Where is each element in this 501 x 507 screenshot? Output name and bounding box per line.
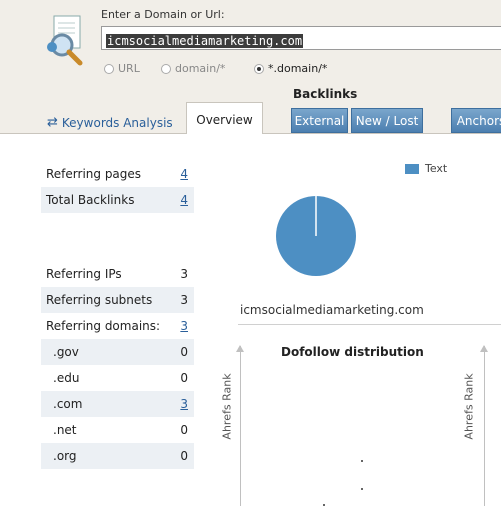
legend-label: Text [425,162,448,175]
dofollow-chart-title: Dofollow distribution [281,345,424,359]
domain-input[interactable]: icmsocialmediamarketing.com [101,26,501,50]
stat-row: .org 0 [41,443,194,469]
stat-row: .net 0 [53,423,188,437]
stat-row: Referring IPs 3 [46,267,188,281]
data-point [323,504,325,506]
referring-stats-table: Referring IPs 3 Referring subnets 3 Refe… [41,261,194,469]
mode-radio-domain[interactable]: domain/* [161,62,225,75]
pie-caption: icmsocialmediamarketing.com [240,303,424,317]
pie-legend: Text [405,162,447,175]
mode-radio-url[interactable]: URL [104,62,140,75]
radio-icon [161,63,171,74]
radio-selected-icon [254,63,264,74]
section-title: Backlinks [293,87,358,101]
radio-icon [104,63,114,74]
stat-row: Referring pages 4 [41,161,194,187]
stat-row: Referring domains: 3 [41,313,194,339]
domain-input-value: icmsocialmediamarketing.com [106,34,304,48]
anchor-type-pie-chart [276,196,356,276]
referring-domains-link[interactable]: 3 [180,313,188,339]
y-axis-left [240,346,241,506]
stat-row: .edu 0 [53,371,188,385]
com-domains-link[interactable]: 3 [180,391,188,417]
swap-arrows-icon: ⇄ [47,115,58,130]
domain-input-label: Enter a Domain or Url: [101,8,225,21]
divider [238,324,501,325]
data-point [361,460,363,462]
stat-row: .com 3 [41,391,194,417]
y-axis-right [484,346,485,506]
tab-anchors[interactable]: Anchors [451,108,501,133]
tab-external[interactable]: External [291,108,348,133]
total-backlinks-link[interactable]: 4 [180,187,188,213]
stat-row: Total Backlinks 4 [41,187,194,213]
tab-new-lost[interactable]: New / Lost [351,108,423,133]
referring-pages-link[interactable]: 4 [180,161,188,187]
toolbar-header: Enter a Domain or Url: icmsocialmediamar… [0,0,501,134]
legend-swatch [405,163,419,174]
keywords-analysis-link[interactable]: ⇄ Keywords Analysis [47,115,173,130]
mode-radio-subdomain[interactable]: *.domain/* [254,62,327,75]
tab-overview[interactable]: Overview [186,102,263,134]
y-axis-label-left: Ahrefs Rank [220,373,234,440]
backlink-stats-table: Referring pages 4 Total Backlinks 4 [41,161,194,213]
stat-row: Referring subnets 3 [41,287,194,313]
data-point [361,488,363,490]
stat-row: .gov 0 [41,339,194,365]
y-axis-label-right: Ahrefs Rank [462,373,476,440]
magnifier-document-icon [47,15,83,66]
